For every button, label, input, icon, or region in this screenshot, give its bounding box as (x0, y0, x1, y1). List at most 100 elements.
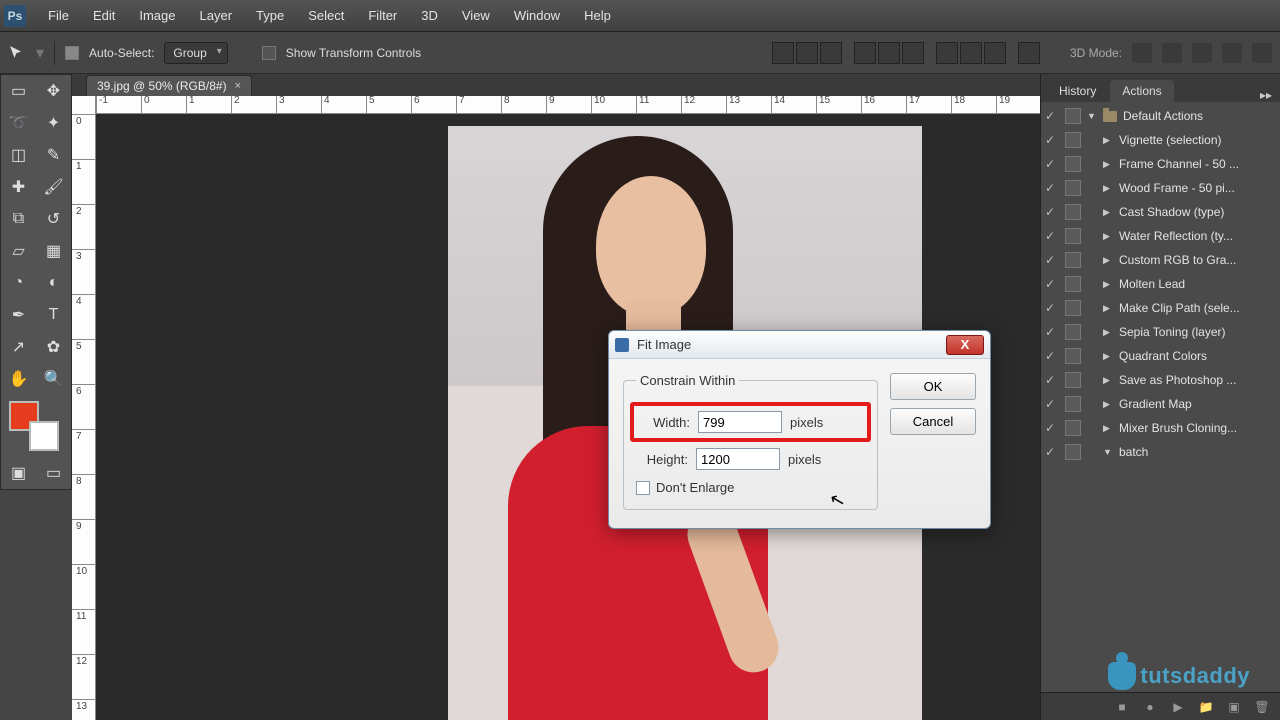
align-btn[interactable] (878, 42, 900, 64)
action-row[interactable]: ✓▶Vignette (selection) (1041, 128, 1280, 152)
dialog-toggle-icon[interactable] (1065, 132, 1081, 148)
menu-select[interactable]: Select (296, 8, 356, 23)
eyedropper-tool[interactable]: ✎ (36, 139, 71, 171)
distribute-btn[interactable] (984, 42, 1006, 64)
align-btn[interactable] (854, 42, 876, 64)
actions-tab[interactable]: Actions (1110, 80, 1173, 102)
stamp-tool[interactable]: ⧉ (1, 203, 36, 235)
chevron-down-icon[interactable]: ▼ (1103, 447, 1113, 457)
history-tab[interactable]: History (1047, 80, 1108, 102)
type-tool[interactable]: T (36, 299, 71, 331)
toggle-icon[interactable]: ✓ (1045, 349, 1059, 363)
action-row[interactable]: ✓▶Save as Photoshop ... (1041, 368, 1280, 392)
chevron-right-icon[interactable]: ▶ (1103, 135, 1113, 146)
align-btn[interactable] (772, 42, 794, 64)
action-set-row[interactable]: ✓ ▼ Default Actions (1041, 104, 1280, 128)
toggle-icon[interactable]: ✓ (1045, 133, 1059, 147)
action-row[interactable]: ✓▶Custom RGB to Gra... (1041, 248, 1280, 272)
toggle-icon[interactable]: ✓ (1045, 253, 1059, 267)
toggle-icon[interactable]: ✓ (1045, 205, 1059, 219)
brush-tool[interactable]: 🖌 (36, 171, 71, 203)
record-icon[interactable]: ● (1142, 699, 1158, 715)
chevron-right-icon[interactable]: ▶ (1103, 255, 1113, 266)
action-row[interactable]: ✓▶Cast Shadow (type) (1041, 200, 1280, 224)
cancel-button[interactable]: Cancel (890, 408, 976, 435)
document-tab[interactable]: 39.jpg @ 50% (RGB/8#) × (86, 75, 252, 96)
dialog-titlebar[interactable]: Fit Image X (609, 331, 990, 359)
dialog-toggle-icon[interactable] (1065, 444, 1081, 460)
chevron-right-icon[interactable]: ▶ (1103, 207, 1113, 218)
dont-enlarge-checkbox[interactable] (636, 481, 650, 495)
action-row[interactable]: ✓▶Wood Frame - 50 pi... (1041, 176, 1280, 200)
crop-tool[interactable]: ◫ (1, 139, 36, 171)
3d-icon[interactable] (1192, 43, 1212, 63)
stop-icon[interactable]: ■ (1114, 699, 1130, 715)
chevron-right-icon[interactable]: ▶ (1103, 375, 1113, 386)
marquee-tool[interactable]: ▭ (1, 75, 36, 107)
action-row[interactable]: ✓▶Mixer Brush Cloning... (1041, 416, 1280, 440)
menu-image[interactable]: Image (127, 8, 187, 23)
menu-3d[interactable]: 3D (409, 8, 450, 23)
menu-layer[interactable]: Layer (188, 8, 245, 23)
3d-icon[interactable] (1252, 43, 1272, 63)
move-tool[interactable]: ✥ (36, 75, 71, 107)
chevron-right-icon[interactable]: ▶ (1103, 231, 1113, 242)
dialog-toggle-icon[interactable] (1065, 108, 1081, 124)
healing-tool[interactable]: ✚ (1, 171, 36, 203)
distribute-btn[interactable] (960, 42, 982, 64)
trash-icon[interactable]: 🗑 (1254, 699, 1270, 715)
toggle-icon[interactable]: ✓ (1045, 277, 1059, 291)
close-tab-icon[interactable]: × (235, 80, 241, 92)
eraser-tool[interactable]: ▱ (1, 235, 36, 267)
toggle-icon[interactable]: ✓ (1045, 229, 1059, 243)
magic-wand-tool[interactable]: ✦ (36, 107, 71, 139)
toggle-icon[interactable]: ✓ (1045, 181, 1059, 195)
chevron-right-icon[interactable]: ▶ (1103, 183, 1113, 194)
dialog-toggle-icon[interactable] (1065, 348, 1081, 364)
action-row[interactable]: ✓▶Make Clip Path (sele... (1041, 296, 1280, 320)
action-row[interactable]: ✓▶Molten Lead (1041, 272, 1280, 296)
dialog-toggle-icon[interactable] (1065, 252, 1081, 268)
chevron-right-icon[interactable]: ▶ (1103, 399, 1113, 410)
screenmode-icon[interactable]: ▭ (45, 463, 62, 483)
auto-select-dropdown[interactable]: Group (164, 42, 227, 64)
blur-tool[interactable]: ◔ (1, 267, 36, 299)
new-set-icon[interactable]: 📁 (1198, 699, 1214, 715)
color-swatches[interactable] (1, 395, 71, 457)
panel-expand-icon[interactable]: ▸▸ (1260, 88, 1272, 102)
history-brush-tool[interactable]: ↺ (36, 203, 71, 235)
path-tool[interactable]: ↗ (1, 331, 36, 363)
action-row[interactable]: ✓▶Quadrant Colors (1041, 344, 1280, 368)
dialog-toggle-icon[interactable] (1065, 204, 1081, 220)
3d-icon[interactable] (1132, 43, 1152, 63)
toggle-icon[interactable]: ✓ (1045, 157, 1059, 171)
distribute-btn[interactable] (936, 42, 958, 64)
menu-help[interactable]: Help (572, 8, 623, 23)
chevron-right-icon[interactable]: ▶ (1103, 159, 1113, 170)
distribute-btn[interactable] (1018, 42, 1040, 64)
toggle-icon[interactable]: ✓ (1045, 325, 1059, 339)
gradient-tool[interactable]: ▦ (36, 235, 71, 267)
chevron-right-icon[interactable]: ▶ (1103, 351, 1113, 362)
dialog-toggle-icon[interactable] (1065, 300, 1081, 316)
dialog-close-button[interactable]: X (946, 335, 984, 355)
dialog-toggle-icon[interactable] (1065, 156, 1081, 172)
align-btn[interactable] (796, 42, 818, 64)
toggle-icon[interactable]: ✓ (1045, 301, 1059, 315)
chevron-right-icon[interactable]: ▶ (1103, 279, 1113, 290)
background-color[interactable] (29, 421, 59, 451)
action-row[interactable]: ✓▶Gradient Map (1041, 392, 1280, 416)
toggle-icon[interactable]: ✓ (1045, 109, 1059, 123)
dialog-toggle-icon[interactable] (1065, 276, 1081, 292)
zoom-tool[interactable]: 🔍 (36, 363, 71, 395)
chevron-right-icon[interactable]: ▶ (1103, 303, 1113, 314)
dialog-toggle-icon[interactable] (1065, 372, 1081, 388)
action-row[interactable]: ✓▼batch (1041, 440, 1280, 464)
chevron-right-icon[interactable]: ▶ (1103, 327, 1113, 338)
toggle-icon[interactable]: ✓ (1045, 421, 1059, 435)
toggle-icon[interactable]: ✓ (1045, 397, 1059, 411)
ok-button[interactable]: OK (890, 373, 976, 400)
height-input[interactable] (696, 448, 780, 470)
action-row[interactable]: ✓▶Sepia Toning (layer) (1041, 320, 1280, 344)
dodge-tool[interactable]: ◐ (36, 267, 71, 299)
